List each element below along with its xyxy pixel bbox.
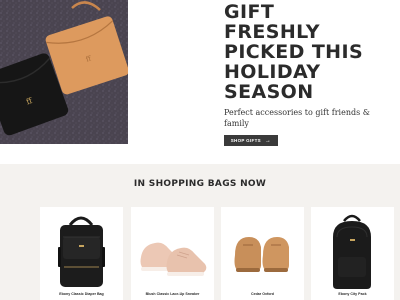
shop-gifts-button[interactable]: SHOP GIFTS →	[224, 135, 278, 146]
hero-copy: GIFT FRESHLY PICKED THIS HOLIDAY SEASON …	[224, 2, 400, 129]
oxford-image	[234, 237, 289, 272]
hero-title: GIFT FRESHLY PICKED THIS HOLIDAY SEASON	[224, 1, 364, 103]
product-name: Cedar Oxford	[251, 292, 274, 296]
product-card[interactable]: Cedar Oxford	[221, 207, 304, 300]
product-name: Blush Classic Lace-Up Sneaker	[145, 292, 200, 296]
diaper-bag-image	[58, 216, 105, 287]
arrow-right-icon: →	[264, 137, 272, 144]
sneaker-image	[140, 242, 207, 276]
hero-subtitle: Perfect accessories to gift friends & fa…	[224, 108, 370, 128]
product-card[interactable]: Ebony Classic Diaper Bag	[40, 207, 123, 300]
product-card[interactable]: Ebony City Pack	[311, 207, 394, 300]
shop-gifts-label: SHOP GIFTS	[230, 138, 261, 143]
section-title: IN SHOPPING BAGS NOW	[133, 179, 267, 189]
product-name: Ebony City Pack	[338, 292, 367, 296]
hero-image: ff ff	[0, 0, 128, 144]
city-pack-image	[333, 214, 371, 289]
wallets-illustration: ff ff	[0, 0, 128, 144]
product-card[interactable]: Blush Classic Lace-Up Sneaker	[131, 207, 214, 300]
product-name: Ebony Classic Diaper Bag	[59, 292, 104, 296]
